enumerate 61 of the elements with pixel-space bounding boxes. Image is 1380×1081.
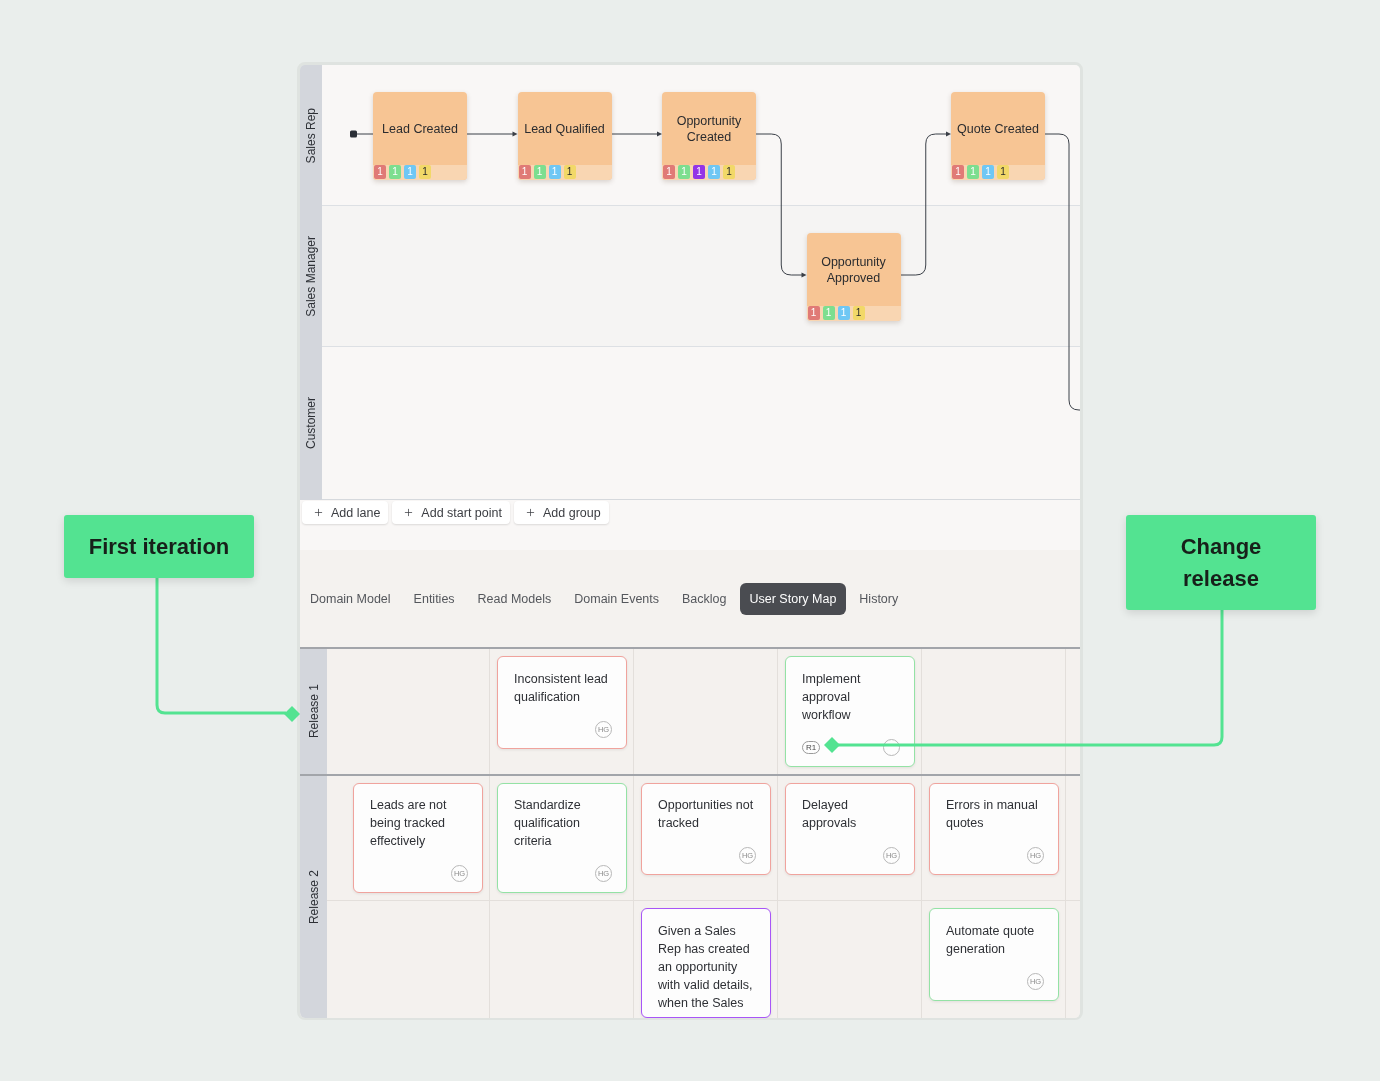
tab[interactable]: Domain Model [300,582,401,615]
tab[interactable]: Entities [403,582,465,615]
count-badge: 1 [723,165,735,179]
add-button[interactable]: Add lane [302,501,389,524]
event-title: Lead Created [382,120,458,137]
count-badge: 1 [952,165,964,179]
lane-label: Customer [304,397,318,450]
count-badge: 1 [807,306,820,320]
event-title: Opportunity Created [675,112,743,145]
count-badge: 1 [678,165,690,179]
release-label: Release 2 [306,869,321,924]
card-text: Delayed approvals [802,797,858,832]
count-badge: 1 [967,165,979,179]
card-text: Leads are not being tracked effectively [370,797,448,850]
count-badge: 1 [389,165,401,179]
count-badge: 1 [533,165,546,179]
count-badge: 1 [563,165,576,179]
card-text: Errors in manual quotes [946,797,1039,832]
connector-line [356,133,374,135]
tab[interactable]: History [849,582,909,615]
count-badge: 1 [982,165,994,179]
connector-arrow [611,131,662,137]
count-badge: 1 [837,306,850,320]
card-text: Standardize qualification criteria [514,797,582,850]
plus-icon [403,507,415,518]
callout-label: First iteration [64,515,254,578]
tab[interactable]: Backlog [672,582,737,615]
count-badge: 1 [663,165,675,179]
lane-label: Sales Rep [304,107,318,164]
count-badge: 1 [852,306,865,320]
story-card[interactable]: Implement approval workflow R1 [785,656,915,767]
count-badge: 1 [997,165,1009,179]
release-label: Release 1 [306,684,321,739]
add-button[interactable]: Add group [513,501,609,524]
story-card[interactable]: Given a Sales Rep has created an opportunity with valid details, when the Sales [641,908,771,1018]
lane-label: Sales Manager [304,236,318,317]
event-title: Opportunity Approved [820,253,887,286]
tab[interactable]: User Story Map [739,582,847,615]
callout-label: Change release [1126,515,1316,610]
event-title: Quote Created [957,120,1039,137]
count-badge: 1 [419,165,431,179]
start-point-icon[interactable] [350,130,357,138]
count-badge: 1 [374,165,386,179]
event-title: Lead Qualified [524,120,605,137]
add-button[interactable]: Add start point [392,501,510,524]
card-text: Automate quote generation [946,922,1036,958]
connector-arrow [466,131,518,137]
count-badge: 1 [518,165,531,179]
count-badge: 1 [708,165,720,179]
count-badge: 1 [693,165,705,179]
plus-icon [313,507,324,518]
tab[interactable]: Read Models [467,582,562,615]
card-text: Implement approval workflow [802,670,862,724]
count-badge: 1 [822,306,835,320]
count-badge: 1 [548,165,561,179]
card-text: Opportunities not tracked [658,797,755,832]
plus-icon [524,507,536,518]
tab[interactable]: Domain Events [564,582,669,615]
card-text: Given a Sales Rep has created an opportunity with valid details, when the Sales [658,922,754,1012]
card-text: Inconsistent lead qualification [514,670,609,706]
count-badge: 1 [404,165,416,179]
